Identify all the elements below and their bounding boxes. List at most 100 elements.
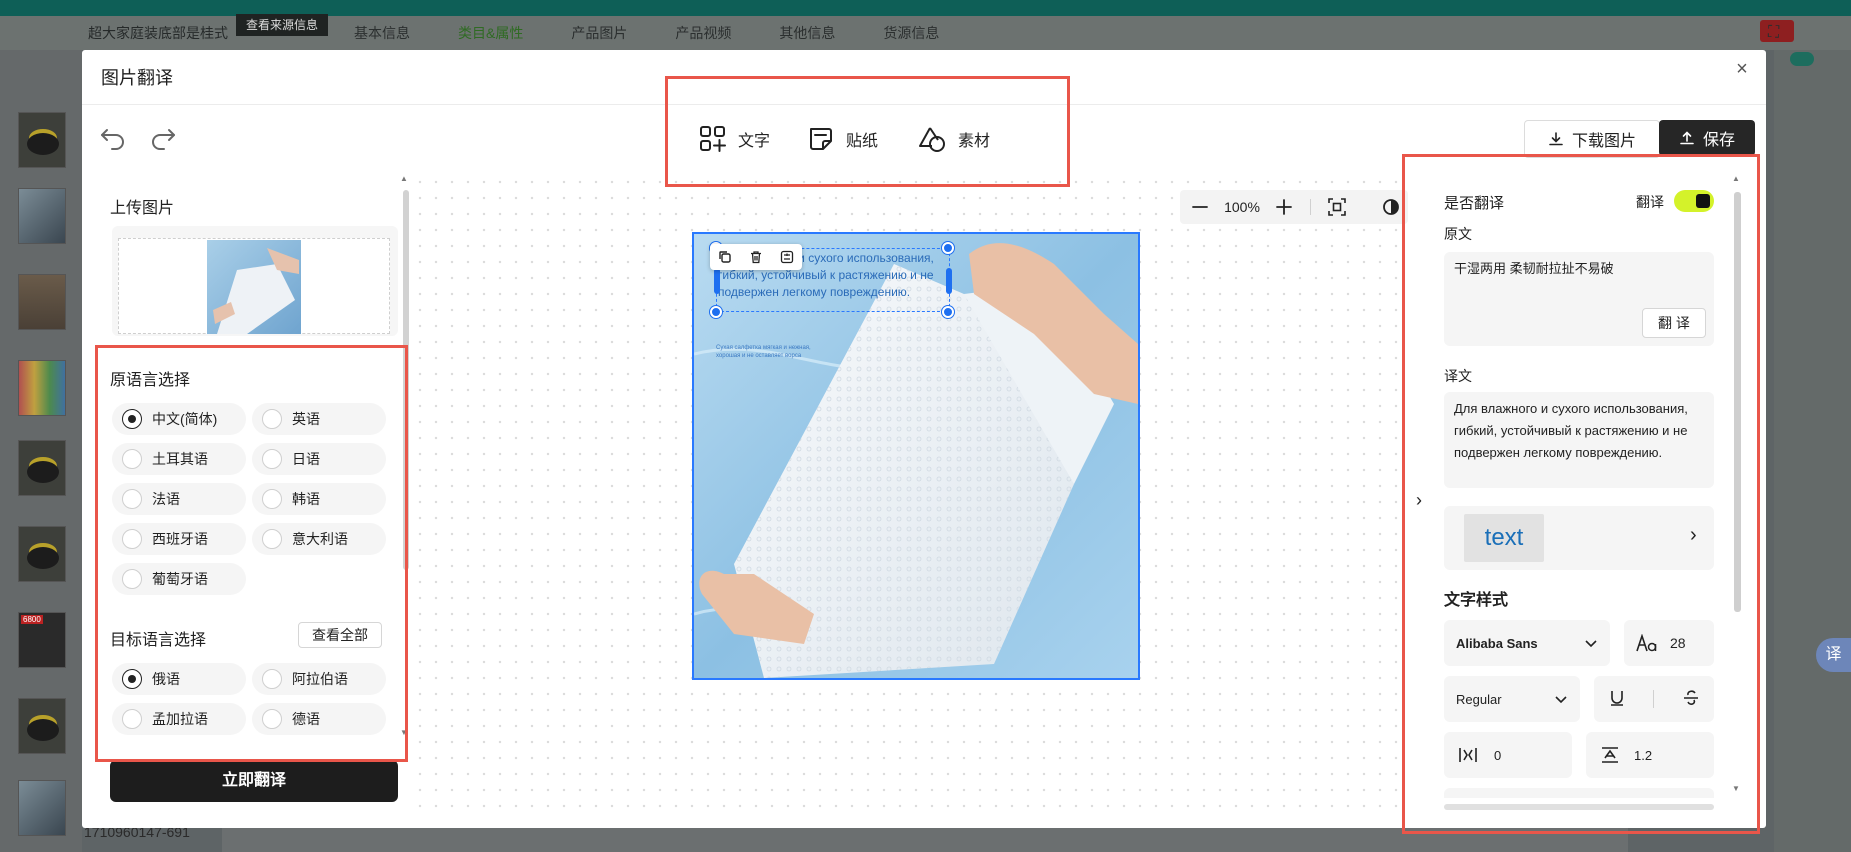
translation-label: 译文 bbox=[1444, 368, 1472, 384]
download-image-label: 下载图片 bbox=[1571, 133, 1636, 150]
font-weight-value: Regular bbox=[1456, 691, 1502, 707]
font-size-value: 28 bbox=[1670, 635, 1686, 651]
letter-spacing-field[interactable]: 0 bbox=[1444, 732, 1572, 778]
redo-icon[interactable] bbox=[148, 122, 178, 150]
dialog-title: 图片翻译 bbox=[101, 68, 173, 88]
trash-icon[interactable] bbox=[747, 248, 765, 266]
chevron-down-icon bbox=[1585, 640, 1597, 648]
target-language-option[interactable]: 孟加拉语 bbox=[112, 703, 246, 735]
target-language-option[interactable]: 阿拉伯语 bbox=[252, 663, 386, 695]
close-icon[interactable]: × bbox=[1731, 58, 1753, 80]
background-tab: 货源信息 bbox=[883, 25, 940, 41]
font-size-icon bbox=[1636, 634, 1657, 652]
source-language-option[interactable]: 中文(简体) bbox=[112, 403, 246, 435]
layer-icon[interactable] bbox=[778, 248, 796, 266]
source-language-label: 意大利语 bbox=[292, 531, 348, 547]
background-thumbnail: 6800 bbox=[18, 612, 66, 668]
text-decoration-group bbox=[1594, 676, 1714, 722]
background-right-strip bbox=[1774, 50, 1851, 852]
source-language-option[interactable]: 意大利语 bbox=[252, 523, 386, 555]
background-tabs: 基本信息 类目&属性 产品图片 产品视频 其他信息 货源信息 bbox=[330, 16, 963, 50]
uploaded-image-thumbnail[interactable] bbox=[207, 240, 301, 334]
sticker-icon bbox=[810, 128, 832, 150]
source-language-option[interactable]: 土耳其语 bbox=[112, 443, 246, 475]
right-panel-hscrollbar[interactable] bbox=[1444, 804, 1714, 810]
next-style-field[interactable] bbox=[1444, 788, 1714, 798]
save-label: 保存 bbox=[1702, 132, 1735, 149]
radio-icon bbox=[122, 709, 142, 729]
font-family-select[interactable]: Alibaba Sans bbox=[1444, 620, 1610, 666]
right-panel-scrollbar[interactable] bbox=[1734, 192, 1741, 612]
background-tab: 产品图片 bbox=[571, 25, 628, 41]
undo-icon[interactable] bbox=[98, 122, 128, 150]
translate-toggle[interactable] bbox=[1674, 190, 1714, 212]
fit-screen-icon[interactable] bbox=[1317, 190, 1357, 224]
translate-float-button[interactable]: 译 bbox=[1816, 638, 1851, 672]
background-thumbnail bbox=[18, 440, 66, 496]
radio-icon bbox=[262, 529, 282, 549]
original-text-value: 干湿两用 柔韧耐拉扯不易破 bbox=[1454, 261, 1614, 276]
radio-icon bbox=[122, 489, 142, 509]
source-language-label: 日语 bbox=[292, 451, 320, 467]
scroll-down-icon[interactable]: ▼ bbox=[400, 728, 408, 737]
image-small-text[interactable]: Сухая салфетка мягкая и нежная, хорошая … bbox=[716, 344, 826, 360]
chevron-right-icon[interactable]: › bbox=[1690, 524, 1697, 547]
source-language-label: 中文(简体) bbox=[152, 411, 218, 427]
save-button[interactable]: 保存 bbox=[1659, 120, 1755, 156]
source-language-option[interactable]: 韩语 bbox=[252, 483, 386, 515]
translate-now-button[interactable]: 立即翻译 bbox=[110, 760, 398, 802]
line-height-field[interactable]: 1.2 bbox=[1586, 732, 1714, 778]
zoom-out-icon[interactable] bbox=[1180, 190, 1220, 224]
source-language-option[interactable]: 法语 bbox=[112, 483, 246, 515]
tool-sticker[interactable]: 贴纸 bbox=[806, 122, 878, 156]
source-language-option[interactable]: 日语 bbox=[252, 443, 386, 475]
add-text-grid-icon bbox=[700, 126, 726, 152]
background-window-icons: ⛶ bbox=[1768, 24, 1779, 42]
strikethrough-icon[interactable] bbox=[1682, 689, 1700, 710]
radio-checked-icon bbox=[122, 669, 142, 689]
source-language-option[interactable]: 葡萄牙语 bbox=[112, 563, 246, 595]
underline-icon[interactable] bbox=[1608, 689, 1626, 710]
background-product-title: 超大家庭装底部是桂式 bbox=[88, 25, 228, 41]
download-image-button[interactable]: 下载图片 bbox=[1524, 120, 1660, 158]
left-panel-scrollbar[interactable] bbox=[403, 190, 409, 570]
translate-button[interactable]: 翻 译 bbox=[1642, 308, 1706, 338]
font-size-field[interactable]: 28 bbox=[1624, 620, 1714, 666]
radio-icon bbox=[122, 529, 142, 549]
target-language-label: 孟加拉语 bbox=[152, 711, 208, 727]
chevron-right-icon[interactable]: › bbox=[1410, 486, 1428, 514]
tool-text[interactable]: 文字 bbox=[698, 122, 770, 156]
translation-text-value: Для влажного и сухого использования, гиб… bbox=[1454, 401, 1688, 460]
target-language-option[interactable]: 德语 bbox=[252, 703, 386, 735]
resize-handle[interactable] bbox=[714, 268, 720, 294]
resize-handle[interactable] bbox=[942, 306, 954, 318]
radio-icon bbox=[262, 449, 282, 469]
scroll-up-icon[interactable]: ▲ bbox=[400, 174, 408, 183]
target-language-option[interactable]: 俄语 bbox=[112, 663, 246, 695]
resize-handle[interactable] bbox=[946, 268, 952, 294]
source-language-option[interactable]: 西班牙语 bbox=[112, 523, 246, 555]
tool-material[interactable]: 素材 bbox=[916, 122, 990, 156]
compare-icon[interactable] bbox=[1374, 190, 1408, 224]
background-source-badge: 查看来源信息 bbox=[236, 14, 328, 36]
font-weight-select[interactable]: Regular bbox=[1444, 676, 1580, 722]
text-style-preview: text bbox=[1464, 514, 1544, 562]
scroll-down-icon[interactable]: ▼ bbox=[1732, 784, 1740, 793]
font-style-title: 文字样式 bbox=[1444, 592, 1509, 609]
view-all-button[interactable]: 查看全部 bbox=[298, 622, 382, 648]
background-tab: 类目&属性 bbox=[458, 25, 524, 41]
letter-spacing-value: 0 bbox=[1494, 747, 1502, 763]
resize-handle[interactable] bbox=[710, 306, 722, 318]
scroll-up-icon[interactable]: ▲ bbox=[1732, 174, 1740, 183]
zoom-in-icon[interactable] bbox=[1264, 190, 1304, 224]
source-language-label: 葡萄牙语 bbox=[152, 571, 208, 587]
copy-icon[interactable] bbox=[716, 248, 734, 266]
source-language-label: 韩语 bbox=[292, 491, 320, 507]
background-tab: 产品视频 bbox=[675, 25, 732, 41]
font-family-value: Alibaba Sans bbox=[1456, 635, 1538, 651]
radio-icon bbox=[122, 449, 142, 469]
resize-handle[interactable] bbox=[942, 242, 954, 254]
source-language-option[interactable]: 英语 bbox=[252, 403, 386, 435]
target-language-label: 德语 bbox=[292, 711, 320, 727]
translate-toggle-title: 是否翻译 bbox=[1444, 195, 1505, 212]
